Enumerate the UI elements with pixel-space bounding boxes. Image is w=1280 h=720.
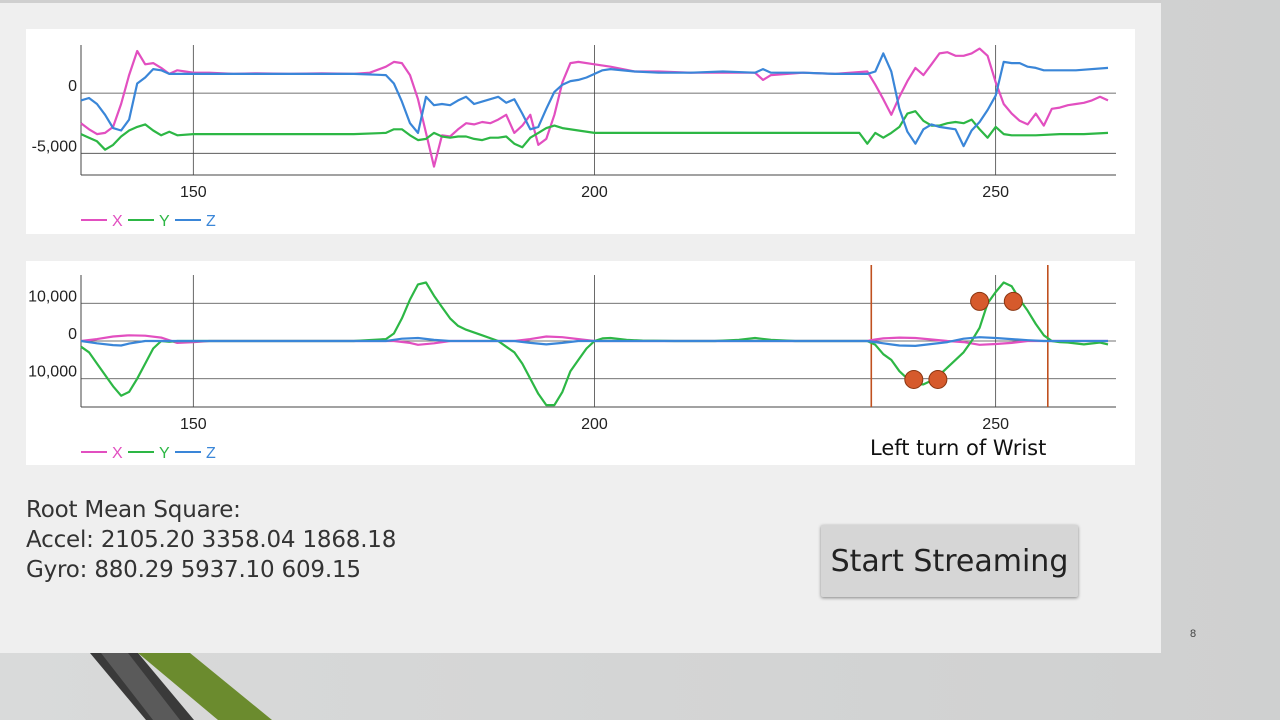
y-tick-label: 0 [68,78,77,95]
legend-label-z: Z [206,213,216,230]
accelerometer-chart: 0 -5,000 150 200 250 X Y Z [26,29,1135,234]
accelerometer-chart-svg: 0 -5,000 150 200 250 X Y Z [32,45,1116,230]
x-tick-label: 250 [982,416,1009,433]
legend-label-x: X [112,445,123,462]
x-tick-label: 150 [180,416,207,433]
legend-label-y: Y [159,445,170,462]
left-turn-annotation: Left turn of Wrist [870,436,1046,460]
gyroscope-chart: 10,000 0 10,000 150 200 250 X Y Z Left turn of Wr… [26,261,1135,465]
rms-title: Root Mean Square: [26,497,241,523]
x-tick-label: 200 [581,184,608,201]
y-tick-label: 10,000 [28,288,77,305]
start-streaming-button[interactable]: Start Streaming [821,525,1078,597]
gyroscope-chart-svg: 10,000 0 10,000 150 200 250 X Y Z Left turn of Wr… [28,265,1116,462]
legend-label-y: Y [159,213,170,230]
x-tick-label: 200 [581,416,608,433]
event-marker [904,369,924,389]
slide-decoration [90,653,272,720]
slide-number: 8 [1190,628,1197,640]
event-marker [928,369,948,389]
event-marker [970,291,990,311]
x-tick-label: 150 [180,184,207,201]
event-marker [1003,291,1023,311]
y-tick-label: 10,000 [28,364,77,381]
accel-rms-values: Accel: 2105.20 3358.04 1868.18 [26,527,397,553]
x-tick-label: 250 [982,184,1009,201]
legend-label-z: Z [206,445,216,462]
y-tick-label: 0 [68,326,77,343]
legend-label-x: X [112,213,123,230]
gyro-rms-values: Gyro: 880.29 5937.10 609.15 [26,557,361,583]
y-tick-label: -5,000 [32,138,77,155]
app-screenshot: 0 -5,000 150 200 250 X Y Z 10,000 0 10,000 150 200 2… [0,0,1161,653]
